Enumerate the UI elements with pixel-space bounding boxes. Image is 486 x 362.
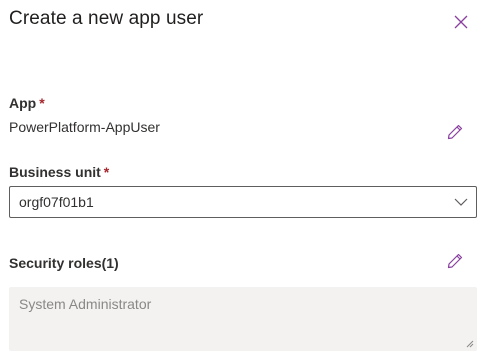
business-unit-label: Business unit * xyxy=(9,164,109,180)
pencil-icon xyxy=(447,124,463,140)
required-indicator: * xyxy=(103,164,110,180)
app-label: App * xyxy=(9,95,45,111)
close-button[interactable] xyxy=(451,12,471,32)
security-roles-value: System Administrator xyxy=(19,296,152,312)
panel-title: Create a new app user xyxy=(9,8,204,29)
required-indicator: * xyxy=(39,95,45,111)
resize-grip-icon[interactable] xyxy=(464,338,474,348)
business-unit-selected: orgf07f01b1 xyxy=(19,194,94,210)
business-unit-label-text: Business unit xyxy=(9,164,101,180)
edit-app-button[interactable] xyxy=(444,121,466,143)
create-app-user-panel: Create a new app user App * PowerPlatform… xyxy=(0,0,486,362)
edit-security-roles-button[interactable] xyxy=(444,250,466,272)
chevron-down-icon xyxy=(454,198,468,206)
close-icon xyxy=(454,15,468,29)
app-label-text: App xyxy=(9,95,37,111)
business-unit-dropdown[interactable]: orgf07f01b1 xyxy=(9,186,477,218)
app-value: PowerPlatform-AppUser xyxy=(9,119,160,135)
pencil-icon xyxy=(447,253,463,269)
security-roles-field[interactable]: System Administrator xyxy=(9,287,477,351)
security-roles-label: Security roles(1) xyxy=(9,255,119,271)
